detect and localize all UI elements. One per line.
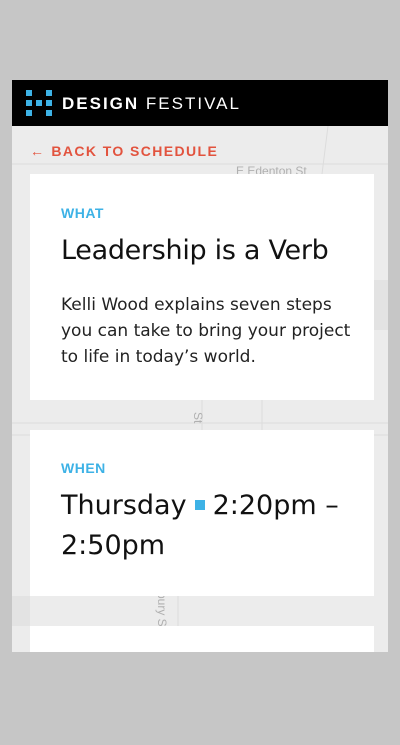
device-frame: E Edenton St St bury S DESIGN FESTIVAL ←…: [0, 0, 400, 745]
what-label: WHAT: [61, 205, 104, 221]
session-description: Kelli Wood explains seven steps you can …: [61, 295, 351, 367]
arrow-left-icon: ←: [30, 143, 46, 159]
map-street-label: St: [191, 412, 205, 424]
session-day: Thursday: [61, 490, 187, 521]
brand-light: FESTIVAL: [145, 94, 241, 113]
festival-logo-icon[interactable]: [26, 90, 52, 116]
map-street-label: bury S: [155, 592, 169, 627]
next-card: [30, 626, 374, 652]
brand-bold: DESIGN: [62, 94, 140, 113]
app-header: DESIGN FESTIVAL: [12, 80, 388, 126]
when-card: WHEN Thursday 2:20pm –2:50pm: [30, 430, 374, 596]
session-title: Leadership is a Verb: [61, 235, 329, 266]
back-label: BACK TO SCHEDULE: [51, 143, 219, 159]
session-time: Thursday 2:20pm –2:50pm: [61, 490, 339, 561]
time-end: 2:50pm: [61, 530, 166, 561]
when-label: WHEN: [61, 460, 106, 476]
app-screen: E Edenton St St bury S DESIGN FESTIVAL ←…: [12, 80, 388, 652]
brand-title: DESIGN FESTIVAL: [62, 94, 241, 114]
separator-square-icon: [194, 499, 205, 510]
what-card: WHAT Leadership is a Verb Kelli Wood exp…: [30, 174, 374, 400]
time-start: 2:20pm: [212, 490, 317, 521]
back-to-schedule-link[interactable]: ← BACK TO SCHEDULE: [30, 143, 218, 159]
